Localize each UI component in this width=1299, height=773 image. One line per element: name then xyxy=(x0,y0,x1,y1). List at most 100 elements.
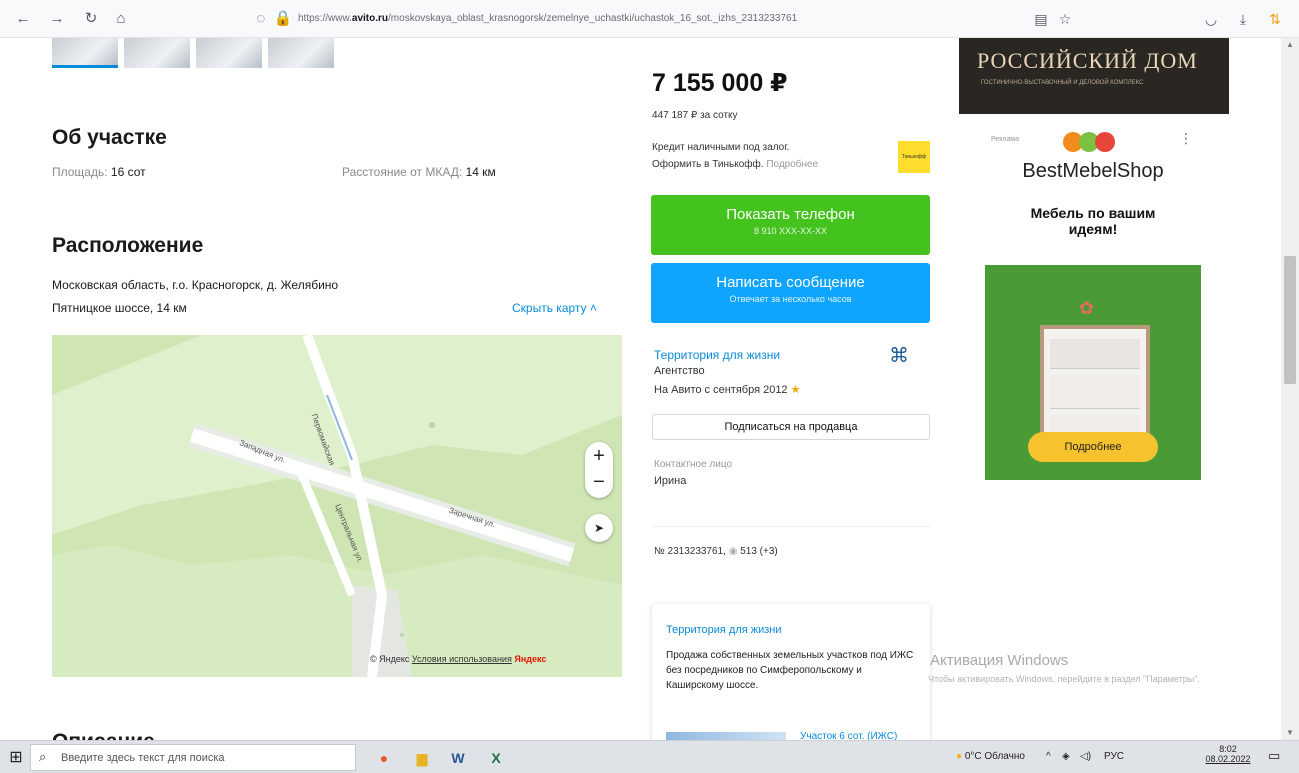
url-domain: avito.ru xyxy=(351,13,389,24)
furniture-ad[interactable]: Реклама ⋮ BestMebelShop Мебель по вашим … xyxy=(985,120,1201,480)
taskbar-search-placeholder: Введите здесь текст для поиска xyxy=(61,752,225,764)
page-content: Об участке Площадь: 16 сот Расстояние от… xyxy=(0,38,1281,740)
windows-activation-title: Активация Windows xyxy=(930,652,1069,669)
home-icon[interactable]: ⌂ xyxy=(110,8,132,30)
distance-value: 14 км xyxy=(465,165,496,179)
weather-icon: ● xyxy=(956,751,963,762)
reader-view-icon[interactable]: ▤ xyxy=(1030,8,1052,30)
divider xyxy=(652,526,930,527)
screen: ← → ↻ ⌂ ◌ 🔒 https://www.avito.ru/moskovs… xyxy=(0,0,1299,773)
weather-text: 0°C Облачно xyxy=(964,751,1025,762)
back-icon[interactable]: ← xyxy=(12,8,34,30)
credit-more-link[interactable]: Подробнее xyxy=(766,159,818,170)
contact-name: Ирина xyxy=(654,475,687,487)
url-prefix: https://www. xyxy=(298,13,352,24)
banner-ad[interactable]: РОССИЙСКИЙ ДОМ ГОСТИНИЧНО-ВЫСТАВОЧНЫЙ И … xyxy=(959,38,1229,114)
distance-label: Расстояние от МКАД: xyxy=(342,165,463,179)
ad-label: Реклама xyxy=(991,136,1020,143)
reply-time: Отвечает за несколько часов xyxy=(729,294,852,304)
map-brand-link[interactable]: Яндекс xyxy=(514,654,546,664)
geolocation-icon[interactable]: ➤ xyxy=(585,514,613,542)
distance-row: Расстояние от МКАД: 14 км xyxy=(342,165,496,179)
forward-icon[interactable]: → xyxy=(46,8,68,30)
clock[interactable]: 8:02 08.02.2022 xyxy=(1202,744,1254,764)
pocket-icon[interactable]: ◡ xyxy=(1200,8,1222,30)
banner-subtitle: ГОСТИНИЧНО-ВЫСТАВОЧНЫЙ И ДЕЛОВОЙ КОМПЛЕК… xyxy=(981,80,1144,86)
download-icon[interactable]: ⤓ xyxy=(1232,8,1254,30)
windows-activation-text: Чтобы активировать Windows, перейдите в … xyxy=(928,674,1200,684)
file-explorer-icon[interactable]: ▆ xyxy=(410,746,434,770)
photo-thumbnail[interactable] xyxy=(124,38,190,68)
promo-title[interactable]: Территория для жизни xyxy=(666,624,782,636)
word-icon[interactable]: W xyxy=(446,746,470,770)
scroll-down-icon[interactable]: ▼ xyxy=(1281,726,1299,740)
seller-logo-icon[interactable]: ⌘ xyxy=(876,343,922,385)
reload-icon[interactable]: ↻ xyxy=(80,8,102,30)
ad-number: № 2313233761, xyxy=(654,546,726,557)
search-icon: ⌕ xyxy=(39,749,47,764)
credit-line-1: Кредит наличными под залог. xyxy=(652,142,790,153)
firefox-icon[interactable]: ● xyxy=(372,746,396,770)
map-copyright: © Яндекс xyxy=(370,654,410,664)
price: 7 155 000 ₽ xyxy=(652,69,788,97)
write-message-button[interactable]: Написать сообщение Отвечает за несколько… xyxy=(651,263,930,323)
map-zoom-control: + − xyxy=(585,442,613,498)
address-bar[interactable]: https://www.avito.ru/moskovskaya_oblast_… xyxy=(298,6,918,32)
show-phone-button[interactable]: Показать телефон 8 910 XXX-XX-XX xyxy=(651,195,930,255)
scroll-up-icon[interactable]: ▲ xyxy=(1281,38,1299,52)
lock-icon[interactable]: 🔒 xyxy=(272,8,294,30)
view-count: 513 (+3) xyxy=(740,546,778,557)
promo-text: Продажа собственных земельных участков п… xyxy=(666,650,914,691)
notifications-icon[interactable]: ▭ xyxy=(1268,748,1280,764)
tinkoff-logo: Тинькофф xyxy=(898,141,930,173)
page-scrollbar[interactable]: ▲ ▼ xyxy=(1281,38,1299,740)
subscribe-button[interactable]: Подписаться на продавца xyxy=(652,414,930,440)
photo-thumbnail[interactable] xyxy=(268,38,334,68)
ad-slogan: Мебель по вашим идеям! xyxy=(1030,205,1156,237)
windows-start-icon[interactable]: ⊞ xyxy=(4,746,28,770)
excel-icon[interactable]: X xyxy=(484,746,508,770)
tray-chevron-icon[interactable]: ^ xyxy=(1046,751,1051,762)
taskbar-search-input[interactable]: ⌕ Введите здесь текст для поиска xyxy=(30,744,356,771)
map-terms-link[interactable]: Условия использования xyxy=(412,654,512,664)
shop-logo-icon xyxy=(1063,132,1123,156)
shop-name: BestMebelShop xyxy=(1022,160,1164,182)
chevron-up-icon: ˄ xyxy=(589,301,597,315)
scrollbar-thumb[interactable] xyxy=(1284,256,1296,384)
star-badge-icon: ★ xyxy=(790,384,801,396)
windows-taskbar: ⊞ ⌕ Введите здесь текст для поиска ● ▆ W… xyxy=(0,740,1299,773)
hide-map-label: Скрыть карту xyxy=(512,301,587,315)
photo-thumbnail[interactable] xyxy=(52,38,118,68)
seller-name-link[interactable]: Территория для жизни xyxy=(654,348,780,362)
photo-thumbnails xyxy=(52,38,336,68)
network-icon[interactable]: ◈ xyxy=(1062,751,1070,762)
address-text: Московская область, г.о. Красногорск, д.… xyxy=(52,278,339,292)
shield-icon[interactable]: ◌ xyxy=(250,8,272,30)
promo-image[interactable] xyxy=(666,732,786,740)
write-message-label: Написать сообщение xyxy=(716,274,865,291)
hide-map-link[interactable]: Скрыть карту ˄ xyxy=(512,301,597,315)
show-phone-label: Показать телефон xyxy=(726,206,855,223)
extension-icon[interactable]: ⇅ xyxy=(1264,8,1286,30)
clock-date: 08.02.2022 xyxy=(1205,754,1251,764)
ad-cta-button[interactable]: Подробнее xyxy=(1028,432,1158,462)
more-options-icon[interactable]: ⋮ xyxy=(1179,130,1193,147)
language-indicator[interactable]: РУС xyxy=(1104,751,1124,762)
seller-promo-card[interactable]: Территория для жизни Продажа собственных… xyxy=(652,604,930,740)
about-title: Об участке xyxy=(52,126,167,149)
promo-teaser-link[interactable]: Участок 6 сот. (ИЖС) xyxy=(800,731,897,740)
map[interactable]: Западная ул. Заречная ул. Центральная ул… xyxy=(52,335,622,677)
speaker-icon[interactable]: ◁) xyxy=(1080,751,1091,762)
seller-since-text: На Авито с сентября 2012 xyxy=(654,384,788,396)
zoom-in-button[interactable]: + xyxy=(585,442,613,470)
zoom-out-button[interactable]: − xyxy=(585,470,613,498)
bookmark-star-icon[interactable]: ☆ xyxy=(1054,8,1076,30)
weather-widget[interactable]: ● 0°C Облачно xyxy=(956,751,1025,762)
area-row: Площадь: 16 сот xyxy=(52,165,146,179)
credit-line-2: Оформить в Тинькофф. Подробнее xyxy=(652,159,818,170)
road-text: Пятницкое шоссе, 14 км xyxy=(52,301,187,315)
eye-icon: ◉ xyxy=(728,546,738,557)
banner-title: РОССИЙСКИЙ ДОМ xyxy=(977,48,1198,73)
photo-thumbnail[interactable] xyxy=(196,38,262,68)
area-value: 16 сот xyxy=(110,165,146,179)
